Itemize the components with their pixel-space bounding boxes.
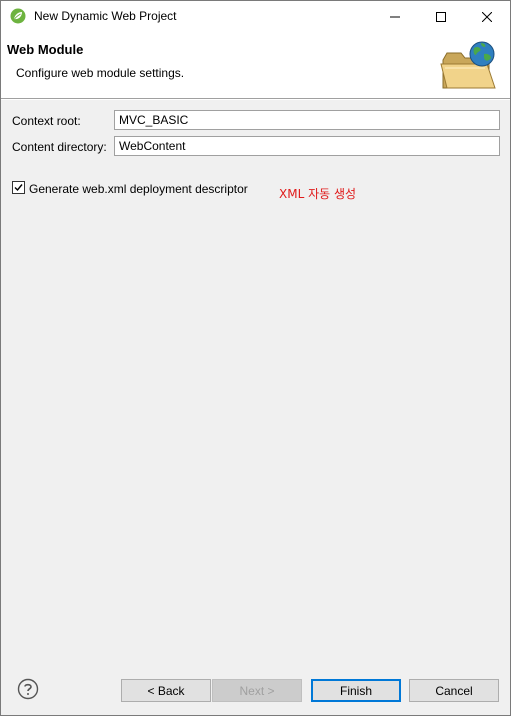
page-title: Web Module (7, 42, 84, 57)
maximize-button[interactable] (418, 1, 464, 32)
dialog-window: New Dynamic Web Project Web Module Confi… (0, 0, 511, 716)
annotation-text: XML 자동 생성 (279, 187, 357, 201)
content-directory-label: Content directory: (12, 140, 107, 154)
generate-webxml-checkbox[interactable] (12, 181, 25, 194)
wizard-header: Web Module Configure web module settings… (1, 32, 510, 99)
back-button[interactable]: < Back (121, 679, 211, 702)
close-button[interactable] (464, 1, 510, 32)
context-root-label: Context root: (12, 114, 81, 128)
maximize-icon (436, 11, 446, 22)
spring-leaf-icon (10, 8, 26, 24)
context-root-input[interactable]: MVC_BASIC (114, 110, 500, 130)
minimize-button[interactable] (372, 1, 418, 32)
window-title: New Dynamic Web Project (34, 9, 177, 23)
next-button[interactable]: Next > (212, 679, 302, 702)
page-description: Configure web module settings. (16, 66, 185, 80)
title-bar: New Dynamic Web Project (1, 1, 510, 32)
close-icon (482, 11, 492, 22)
finish-button[interactable]: Finish (311, 679, 401, 702)
header-divider (1, 99, 510, 100)
content-directory-input[interactable]: WebContent (114, 136, 500, 156)
cancel-button[interactable]: Cancel (409, 679, 499, 702)
help-icon[interactable] (17, 678, 39, 700)
generate-webxml-label[interactable]: Generate web.xml deployment descriptor (29, 182, 248, 196)
folder-globe-icon (439, 40, 499, 92)
minimize-icon (390, 16, 400, 17)
checkmark-icon (14, 184, 23, 192)
